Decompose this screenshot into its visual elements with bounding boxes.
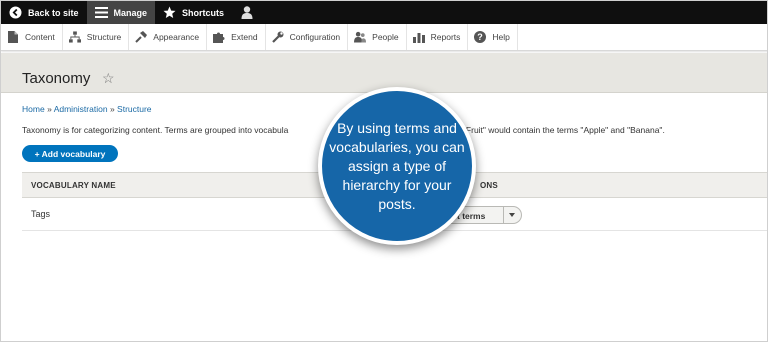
admin-toolbar: Back to site Manage Shortcuts <box>1 1 767 24</box>
content-icon <box>7 31 19 43</box>
tray-item-label: Extend <box>231 32 258 42</box>
tray-item-reports[interactable]: Reports <box>407 24 469 50</box>
back-to-site-link[interactable]: Back to site <box>1 1 87 24</box>
tip-callout: By using terms and vocabularies, you can… <box>318 87 476 245</box>
breadcrumb-administration[interactable]: Administration <box>54 104 108 114</box>
admin-tray: Content Structure Appearance Extend Conf… <box>1 24 767 51</box>
callout-text: By using terms and vocabularies, you can… <box>329 119 465 212</box>
manage-tab[interactable]: Manage <box>86 1 156 24</box>
screenshot-frame: Back to site Manage Shortcuts Content St… <box>0 0 768 342</box>
back-arrow-icon <box>9 6 22 19</box>
appearance-icon <box>135 31 148 43</box>
page-title: Taxonomy <box>22 70 91 87</box>
column-header-operations: ONS <box>480 181 498 190</box>
tray-item-label: People <box>372 32 399 42</box>
description-end: called "Fruit" would contain the terms "… <box>438 125 665 135</box>
configuration-icon <box>271 31 284 43</box>
breadcrumb-separator: » <box>47 104 52 114</box>
shortcuts-label: Shortcuts <box>182 7 225 18</box>
dropbutton-divider <box>503 207 504 223</box>
tray-item-label: Help <box>492 32 510 42</box>
user-icon <box>240 6 253 19</box>
extend-icon <box>213 31 225 43</box>
manage-label: Manage <box>113 7 148 18</box>
tray-item-label: Content <box>25 32 55 42</box>
tray-item-label: Appearance <box>153 32 200 42</box>
add-vocabulary-button[interactable]: + Add vocabulary <box>22 145 118 162</box>
breadcrumb: Home » Administration » Structure <box>22 104 152 114</box>
star-icon <box>163 6 176 19</box>
reports-icon <box>412 31 425 43</box>
breadcrumb-home[interactable]: Home <box>22 104 45 114</box>
tray-item-appearance[interactable]: Appearance <box>129 24 208 50</box>
column-header-vocabulary-name: VOCABULARY NAME <box>31 181 116 190</box>
tray-item-help[interactable]: ? Help <box>468 24 518 50</box>
shortcuts-tab[interactable]: Shortcuts <box>155 1 232 24</box>
add-shortcut-star-icon[interactable]: ☆ <box>102 70 115 87</box>
svg-text:?: ? <box>478 32 484 42</box>
vocabulary-name-cell: Tags <box>31 209 51 219</box>
user-tab[interactable] <box>232 1 267 24</box>
back-to-site-label: Back to site <box>28 7 79 18</box>
tray-item-configuration[interactable]: Configuration <box>266 24 349 50</box>
breadcrumb-structure[interactable]: Structure <box>117 104 152 114</box>
description-start: Taxonomy is for categorizing content. Te… <box>22 125 289 135</box>
breadcrumb-separator: » <box>109 104 115 114</box>
tray-item-structure[interactable]: Structure <box>63 24 130 50</box>
help-icon: ? <box>474 31 487 43</box>
tray-item-people[interactable]: People <box>348 24 407 50</box>
structure-icon <box>68 31 81 43</box>
tray-item-content[interactable]: Content <box>1 24 63 50</box>
tray-item-label: Structure <box>86 32 122 42</box>
chevron-down-icon[interactable] <box>509 213 515 217</box>
menu-icon <box>94 6 108 19</box>
people-icon <box>354 31 367 43</box>
tray-item-label: Configuration <box>289 32 341 42</box>
tray-item-extend[interactable]: Extend <box>207 24 266 50</box>
tray-item-label: Reports <box>430 32 461 42</box>
